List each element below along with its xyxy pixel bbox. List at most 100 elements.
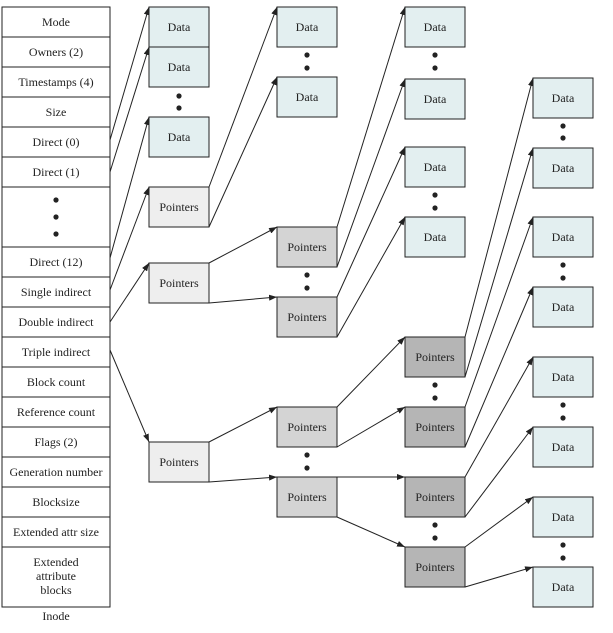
pointers-block-level-1: Pointers [148, 262, 210, 304]
data-block: Data [532, 566, 594, 608]
inode-field-label: Mode [42, 15, 70, 29]
blocks: Data Data Data Pointers Pointers Pointers Data… [148, 6, 594, 608]
ellipsis-dot [176, 105, 182, 111]
data-block: Data [404, 216, 466, 258]
pointers-label: Pointers [415, 490, 455, 504]
data-label: Data [168, 20, 191, 34]
pointers-label: Pointers [159, 276, 199, 290]
data-label: Data [552, 580, 575, 594]
arrow [336, 216, 406, 338]
arrow [464, 356, 534, 478]
data-label: Data [552, 440, 575, 454]
ellipsis-dot [304, 65, 310, 71]
ellipsis-dot [432, 205, 438, 211]
data-label: Data [552, 370, 575, 384]
ellipsis-dot [432, 382, 438, 388]
arrow [336, 336, 406, 408]
arrow [464, 426, 534, 518]
data-block: Data [148, 116, 210, 158]
pointers-label: Pointers [287, 310, 327, 324]
data-block: Data [148, 6, 210, 48]
inode-block-diagram: Mode Owners (2) Timestamps (4) Size Direct (… [1, 6, 594, 623]
pointers-block-level-2: Pointers [276, 406, 338, 448]
arrow [336, 516, 406, 548]
inode-field: Mode [1, 6, 111, 38]
inode-table: Mode Owners (2) Timestamps (4) Size Direct (… [1, 6, 111, 608]
inode-field-label: Triple indirect [22, 345, 91, 359]
ellipsis-dot [560, 415, 566, 421]
inode-field: Direct (0) [1, 126, 111, 158]
ellipsis-dot [560, 555, 566, 561]
data-label: Data [424, 92, 447, 106]
inode-caption: Inode [42, 609, 69, 623]
pointers-label: Pointers [159, 455, 199, 469]
data-label: Data [552, 161, 575, 175]
pointers-label: Pointers [415, 420, 455, 434]
data-block: Data [532, 77, 594, 119]
arrow [336, 146, 406, 298]
pointers-label: Pointers [287, 240, 327, 254]
ellipsis-dot [432, 522, 438, 528]
arrow [208, 406, 278, 443]
inode-field: Direct (1) [1, 156, 111, 188]
arrow [208, 474, 278, 483]
inode-field: Timestamps (4) [1, 66, 111, 98]
data-block: Data [532, 496, 594, 538]
data-block: Data [276, 6, 338, 48]
data-block: Data [532, 216, 594, 258]
inode-field: Single indirect [1, 276, 111, 308]
pointers-block-level-3: Pointers [404, 406, 466, 448]
data-label: Data [168, 60, 191, 74]
pointers-block-level-3: Pointers [404, 546, 466, 588]
arrow [109, 46, 150, 173]
data-block: Data [404, 6, 466, 48]
data-label: Data [168, 130, 191, 144]
arrow [109, 262, 150, 323]
data-block: Data [532, 286, 594, 328]
pointers-block-level-1: Pointers [148, 186, 210, 228]
ellipsis-dot [560, 135, 566, 141]
data-block: Data [532, 147, 594, 189]
ellipsis-dots [176, 52, 566, 561]
inode-field [1, 186, 111, 248]
ellipsis-dot [304, 465, 310, 471]
ellipsis-dot [53, 197, 59, 203]
data-label: Data [424, 160, 447, 174]
arrow [464, 566, 534, 588]
data-block: Data [532, 356, 594, 398]
inode-field: Owners (2) [1, 36, 111, 68]
inode-field-label: Single indirect [21, 285, 92, 299]
data-block: Data [532, 426, 594, 468]
pointers-block-level-1: Pointers [148, 441, 210, 483]
ellipsis-dot [304, 52, 310, 58]
inode-field: Size [1, 96, 111, 128]
arrow [109, 116, 150, 259]
inode-field-label: Reference count [17, 405, 96, 419]
data-block: Data [404, 78, 466, 120]
arrow [208, 6, 278, 188]
ellipsis-dot [304, 272, 310, 278]
arrow [109, 6, 150, 141]
pointers-block-level-2: Pointers [276, 476, 338, 518]
ellipsis-dot [560, 123, 566, 129]
inode-field: Blocksize [1, 486, 111, 518]
inode-field-label: Block count [27, 375, 86, 389]
inode-field: Generation number [1, 456, 111, 488]
inode-field-label: Size [46, 105, 67, 119]
ellipsis-dot [432, 535, 438, 541]
inode-field-label: Owners (2) [29, 45, 83, 59]
arrow [109, 349, 150, 443]
arrow [208, 294, 278, 304]
arrow [208, 76, 278, 228]
inode-field: Extended attr size [1, 516, 111, 548]
ellipsis-dot [304, 285, 310, 291]
pointers-label: Pointers [415, 560, 455, 574]
ellipsis-dot [560, 402, 566, 408]
ellipsis-dot [176, 93, 182, 99]
pointers-block-level-3: Pointers [404, 336, 466, 378]
data-block: Data [148, 46, 210, 88]
data-label: Data [424, 20, 447, 34]
inode-field-label: Flags (2) [35, 435, 78, 449]
data-label: Data [296, 20, 319, 34]
pointers-block-level-3: Pointers [404, 476, 466, 518]
